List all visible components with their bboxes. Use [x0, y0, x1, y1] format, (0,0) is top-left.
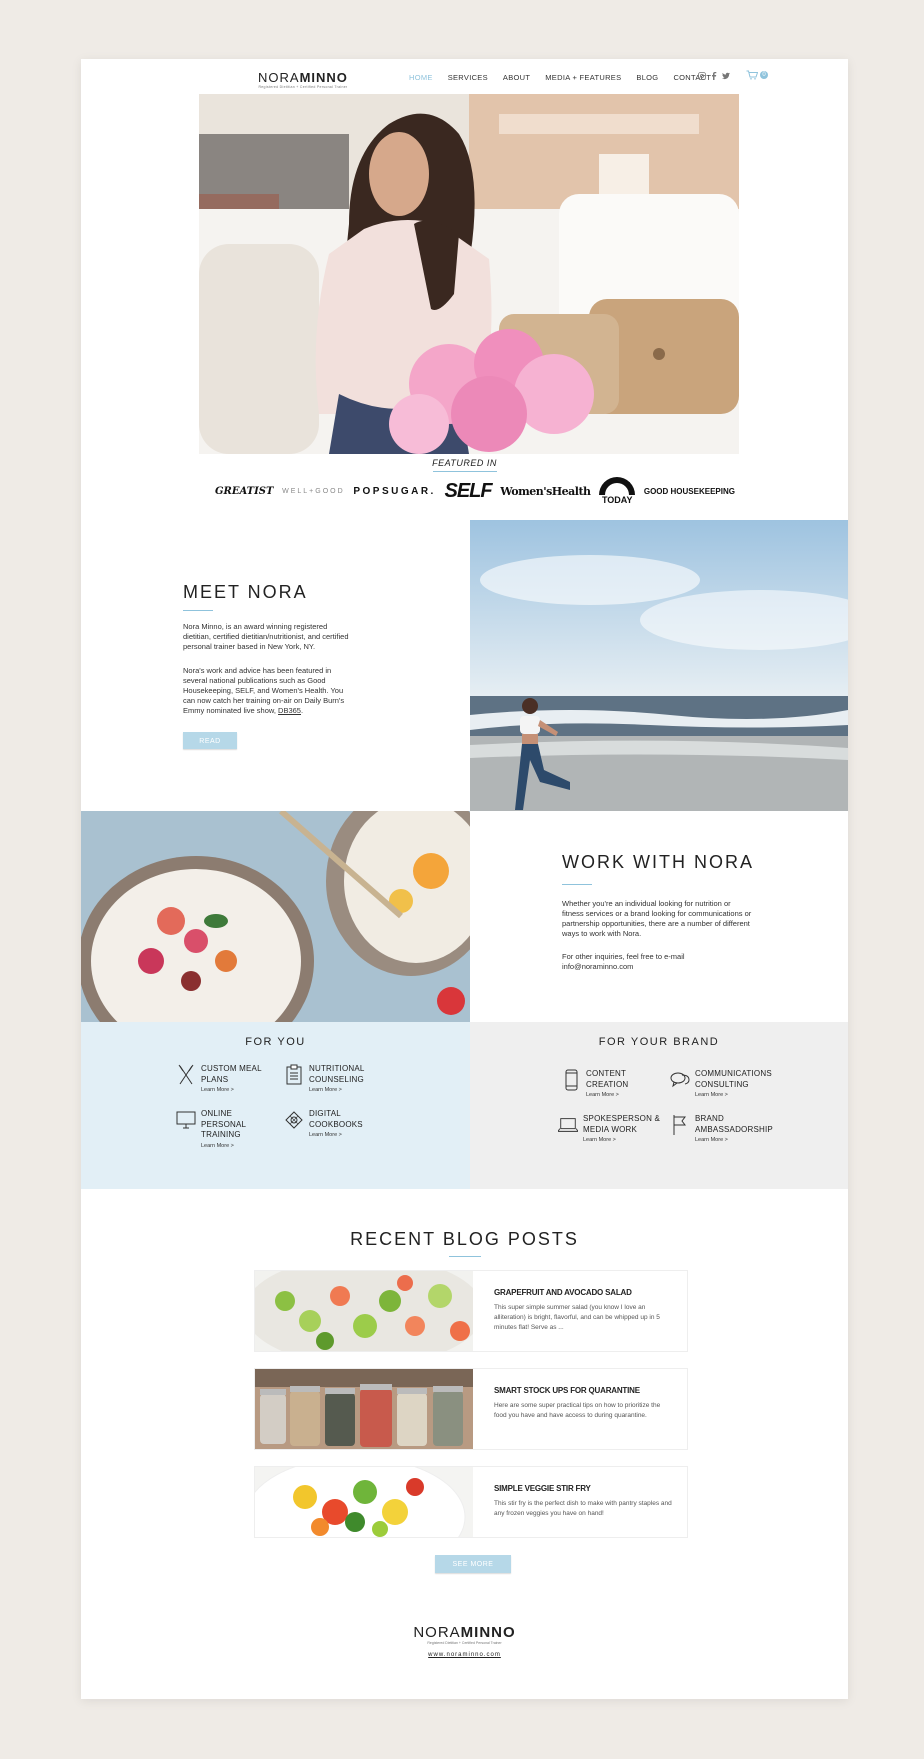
logo-popsugar: POPSUGAR. [353, 485, 436, 497]
work-paragraph-2: For other inquiries, feel free to e-mail… [562, 952, 685, 971]
work-with-nora-title: WORK WITH NORA [562, 852, 754, 872]
clipboard-icon [286, 1064, 302, 1085]
logo-name-light: NORA [258, 70, 300, 85]
nav-home[interactable]: HOME [409, 73, 433, 82]
cart-count: 0 [760, 71, 768, 79]
work-underline [562, 884, 592, 885]
blog-post-title: SIMPLE VEGGIE STIR FRY [494, 1484, 591, 1493]
logo-greatist: GREATIST [215, 485, 274, 497]
learn-more-link[interactable]: Learn More > [201, 1087, 263, 1093]
for-you-panel: FOR YOU CUSTOM MEAL PLANS Learn More > NU… [81, 1022, 470, 1189]
meet-paragraph-1: Nora Minno, is an award winning register… [183, 622, 349, 651]
featured-in-title: FEATURED IN [432, 458, 497, 468]
salad-image [255, 1271, 473, 1351]
blog-post-card[interactable]: SIMPLE VEGGIE STIR FRY This stir fry is … [254, 1466, 688, 1538]
footer-logo: NORAMINNO Registered Dietitian + Certifi… [81, 1624, 848, 1658]
footer-website-link[interactable]: www.noraminno.com [81, 1652, 848, 1658]
blog-post-card[interactable]: GRAPEFRUIT AND AVOCADO SALAD This super … [254, 1270, 688, 1352]
blog-post-card[interactable]: SMART STOCK UPS FOR QUARANTINE Here are … [254, 1368, 688, 1450]
beach-running-image [470, 520, 848, 811]
logo-name-bold: MINNO [299, 70, 348, 85]
blog-post-excerpt: This super simple summer salad (you know… [494, 1304, 660, 1331]
page: NORAMINNO Registered Dietitian + Certifi… [81, 59, 848, 1699]
logo-womens-health: Women'sHealth [500, 484, 591, 498]
footer-tagline: Registered Dietitian + Certified Persona… [427, 1641, 502, 1645]
meet-underline [183, 610, 213, 611]
oatmeal-bowl-image [81, 811, 470, 1022]
for-you-title: FOR YOU [245, 1036, 306, 1048]
phone-icon [565, 1069, 578, 1091]
monitor-icon [176, 1111, 196, 1129]
db365-link[interactable]: DB365 [278, 706, 301, 715]
stir-fry-image [255, 1467, 473, 1537]
logo-tagline: Registered Dietitian + Certified Persona… [258, 85, 348, 89]
cookbook-icon [285, 1111, 303, 1129]
logo-well-good: WELL+GOOD [282, 487, 345, 495]
flag-icon [673, 1115, 686, 1135]
blog-post-excerpt: This stir fry is the perfect dish to mak… [494, 1500, 672, 1517]
learn-more-link[interactable]: Learn More > [309, 1132, 369, 1138]
service-nutritional-counseling[interactable]: NUTRITIONAL COUNSELING Learn More > [284, 1064, 373, 1093]
today-sunburst-icon [599, 477, 636, 495]
cart-icon [746, 70, 758, 80]
hero-image [199, 94, 739, 454]
learn-more-link[interactable]: Learn More > [583, 1137, 663, 1143]
social-links [698, 72, 730, 80]
service-digital-cookbooks[interactable]: DIGITAL COOKBOOKS Learn More > [284, 1109, 369, 1138]
service-custom-meal-plans[interactable]: CUSTOM MEAL PLANS Learn More > [176, 1064, 263, 1093]
service-brand-ambassadorship[interactable]: BRAND AMBASSADORSHIP Learn More > [670, 1114, 779, 1143]
learn-more-link[interactable]: Learn More > [695, 1137, 779, 1143]
learn-more-link[interactable]: Learn More > [695, 1092, 775, 1098]
service-communications-consulting[interactable]: COMMUNICATIONS CONSULTING Learn More > [670, 1069, 775, 1098]
blog-post-title: SMART STOCK UPS FOR QUARANTINE [494, 1386, 640, 1395]
logo-good-housekeeping: GOOD HOUSEKEEPING [643, 486, 735, 496]
featured-underline [433, 471, 497, 472]
nav-media-features[interactable]: MEDIA + FEATURES [545, 73, 621, 82]
recent-blog-posts-title: RECENT BLOG POSTS [350, 1229, 579, 1249]
meet-paragraph-2: Nora's work and advice has been featured… [183, 666, 345, 715]
blog-post-title: GRAPEFRUIT AND AVOCADO SALAD [494, 1288, 632, 1297]
main-nav: HOME SERVICES ABOUT MEDIA + FEATURES BLO… [409, 73, 711, 82]
read-more-button[interactable]: READ MORE [183, 732, 237, 762]
for-your-brand-panel: FOR YOUR BRAND CONTENT CREATION Learn Mor… [470, 1022, 848, 1189]
press-logos: GREATIST WELL+GOOD POPSUGAR. SELF Women'… [215, 477, 735, 505]
work-paragraph-1: Whether you're an individual looking for… [562, 899, 752, 938]
meet-nora-section: MEET NORA Nora Minno, is an award winnin… [81, 520, 470, 811]
utensils-icon [178, 1064, 194, 1085]
twitter-icon[interactable] [722, 72, 730, 80]
meet-nora-title: MEET NORA [183, 582, 308, 602]
service-online-personal-training[interactable]: ONLINE PERSONAL TRAINING Learn More > [176, 1109, 251, 1149]
nav-blog[interactable]: BLOG [636, 73, 658, 82]
learn-more-link[interactable]: Learn More > [201, 1143, 251, 1149]
logo-self: SELF [444, 479, 493, 502]
service-content-creation[interactable]: CONTENT CREATION Learn More > [561, 1069, 638, 1098]
instagram-icon[interactable] [698, 72, 706, 80]
blog-underline [449, 1256, 481, 1257]
chat-icon [670, 1072, 690, 1088]
for-your-brand-title: FOR YOUR BRAND [598, 1036, 720, 1048]
learn-more-link[interactable]: Learn More > [586, 1092, 638, 1098]
site-logo[interactable]: NORAMINNO Registered Dietitian + Certifi… [258, 70, 348, 90]
spice-jars-image [255, 1369, 473, 1449]
laptop-icon [558, 1118, 578, 1132]
work-with-nora-section: WORK WITH NORA Whether you're an individ… [470, 811, 848, 1022]
logo-today: TODAY [599, 477, 636, 505]
learn-more-link[interactable]: Learn More > [309, 1087, 373, 1093]
facebook-icon[interactable] [711, 72, 717, 80]
see-more-button[interactable]: SEE MORE [435, 1555, 511, 1573]
cart-button[interactable]: 0 [746, 70, 768, 80]
blog-post-excerpt: Here are some super practical tips on ho… [494, 1402, 661, 1419]
service-spokesperson-media-work[interactable]: SPOKESPERSON & MEDIA WORK Learn More > [558, 1114, 663, 1143]
nav-services[interactable]: SERVICES [448, 73, 488, 82]
nav-about[interactable]: ABOUT [503, 73, 530, 82]
